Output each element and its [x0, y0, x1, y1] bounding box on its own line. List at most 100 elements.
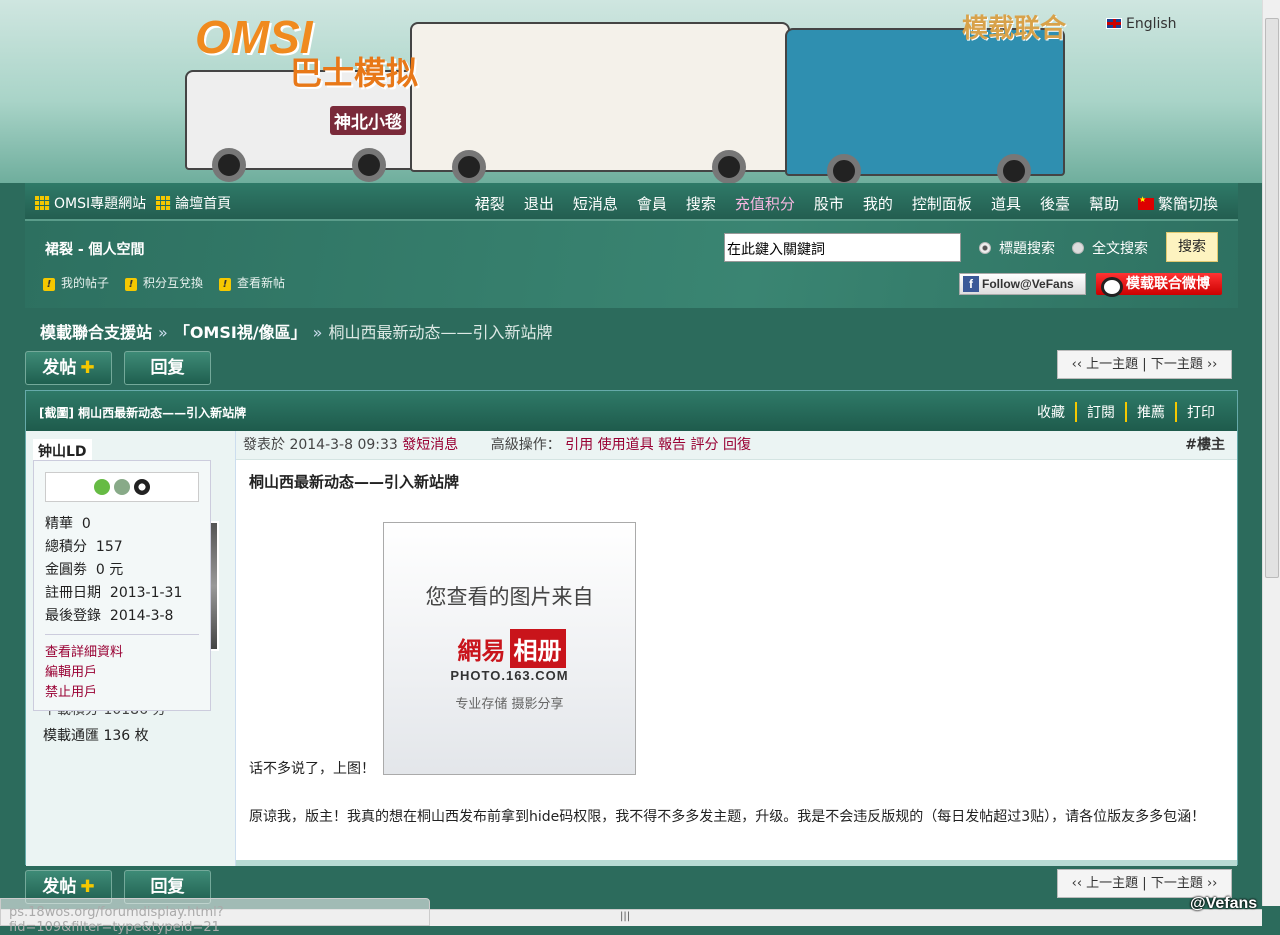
vertical-scrollbar[interactable]	[1262, 0, 1280, 906]
rate-link[interactable]: 評分	[691, 437, 719, 453]
topic-pager: ‹‹ 上一主題 | 下一主題 ››	[1057, 350, 1232, 379]
exclamation-icon: !	[125, 278, 138, 291]
exclamation-icon: !	[219, 278, 232, 291]
watermark: @Vefans	[1190, 895, 1258, 912]
prev-topic-link[interactable]: ‹‹ 上一主題	[1072, 876, 1139, 891]
points-exchange-link[interactable]: ! 积分互兌換	[125, 274, 203, 291]
bus-image	[785, 28, 1065, 188]
thread-header: [截圖] 桐山西最新动态——引入新站牌 收藏 訂閱 推薦 打印	[26, 391, 1237, 431]
radio-fulltext-search[interactable]: 全文搜索	[1072, 238, 1148, 258]
nav-admin[interactable]: 後臺	[1040, 193, 1070, 214]
post-image[interactable]: 您查看的图片来自 網易 相册 PHOTO.163.COM 专业存储 摄影分享	[383, 522, 636, 775]
next-topic-link[interactable]: 下一主題 ››	[1151, 357, 1218, 372]
plus-icon: ✚	[80, 877, 95, 897]
prev-topic-link[interactable]: ‹‹ 上一主題	[1072, 357, 1139, 372]
radio-label: 全文搜索	[1092, 241, 1148, 257]
new-post-button[interactable]: 发帖 ✚	[25, 351, 112, 385]
quote-link[interactable]: 引用	[565, 437, 593, 453]
uk-flag-icon	[1106, 18, 1122, 29]
stat-register-date: 註冊日期 2013-1-31	[45, 585, 183, 601]
ban-user-link[interactable]: 禁止用戶	[45, 683, 210, 703]
radio-label: 標題搜索	[999, 241, 1055, 257]
view-profile-link[interactable]: 查看詳細資料	[45, 643, 210, 663]
topic-pager-bottom: ‹‹ 上一主題 | 下一主題 ››	[1057, 869, 1232, 898]
advanced-label: 高級操作：	[490, 437, 561, 453]
search-input[interactable]: 在此鍵入關鍵詞	[724, 233, 961, 262]
image-domain: PHOTO.163.COM	[450, 668, 569, 683]
message-icon[interactable]	[114, 479, 130, 495]
nav-logout[interactable]: 退出	[524, 193, 554, 214]
subscribe-link[interactable]: 訂閱	[1077, 402, 1127, 422]
top-nav: OMSI專題網站 論壇首頁 裙裂 退出 短消息 會員 搜索 充值积分 股市 我的…	[25, 183, 1238, 221]
post-content: 發表於 2014-3-8 09:33 發短消息 高級操作： 引用 使用道具 報告…	[236, 431, 1237, 866]
new-posts-link[interactable]: ! 查看新帖	[219, 274, 285, 291]
stat-gold: 金圓劵 0 元	[45, 562, 124, 578]
stat-total-points: 總積分 157	[45, 539, 123, 555]
floor-number: #樓主	[1185, 437, 1225, 453]
divider	[45, 634, 199, 635]
link-label: 查看新帖	[237, 276, 286, 290]
favorite-link[interactable]: 收藏	[1027, 402, 1077, 422]
link-label: 积分互兌換	[143, 276, 204, 290]
language-label: English	[1126, 16, 1177, 32]
breadcrumb-home[interactable]: 模載聯合支援站	[40, 323, 152, 342]
add-friend-icon[interactable]	[94, 479, 110, 495]
breadcrumb-forum[interactable]: 「OMSI視/像區」	[174, 323, 307, 342]
recommend-link[interactable]: 推薦	[1127, 402, 1177, 422]
use-item-link[interactable]: 使用道具	[598, 437, 654, 453]
exclamation-icon: !	[43, 278, 55, 291]
language-english-link[interactable]: English	[1106, 16, 1177, 32]
stat-last-login: 最後登錄 2014-3-8	[45, 608, 174, 624]
nav-members[interactable]: 會員	[637, 193, 667, 214]
nav-label: OMSI專題網站	[54, 196, 147, 212]
bus-image	[410, 22, 790, 184]
nav-messages[interactable]: 短消息	[573, 193, 618, 214]
scrollbar-thumb[interactable]	[1265, 18, 1279, 578]
nav-mine[interactable]: 我的	[863, 193, 893, 214]
grid-icon	[156, 195, 172, 210]
nav-stocks[interactable]: 股市	[814, 193, 844, 214]
edit-user-link[interactable]: 編輯用戶	[45, 663, 210, 683]
facebook-follow-button[interactable]: Follow@VeFans	[959, 273, 1086, 295]
send-pm-link[interactable]: 發短消息	[402, 437, 458, 453]
nav-control-panel[interactable]: 控制面板	[912, 193, 972, 214]
post: [截圖] 桐山西最新动态——引入新站牌 收藏 訂閱 推薦 打印 钟山LD 下載積…	[25, 390, 1238, 866]
nav-items[interactable]: 道具	[991, 193, 1021, 214]
status-bar-url: ps.18wos.org/forumdisplay.html?fid=109&f…	[0, 898, 430, 935]
post-meta: 發表於 2014-3-8 09:33 發短消息 高級操作： 引用 使用道具 報告…	[236, 431, 1237, 460]
print-link[interactable]: 打印	[1177, 402, 1225, 422]
grid-icon	[35, 195, 50, 210]
personal-space-link[interactable]: 裙裂 - 個人空間	[45, 239, 145, 259]
reply-button[interactable]: 回复	[124, 351, 211, 385]
report-link[interactable]: 報告	[658, 437, 686, 453]
image-tagline: 专业存储 摄影分享	[455, 697, 564, 712]
breadcrumb-current: 桐山西最新动态——引入新站牌	[328, 323, 553, 342]
posted-time: 2014-3-8 09:33	[289, 437, 398, 453]
china-flag-icon	[1137, 195, 1154, 210]
post-paragraph: 原谅我，版主！我真的想在桐山西发布前拿到hide码权限，我不得不多多发主题，升级…	[249, 809, 1206, 825]
posted-label: 發表於	[243, 437, 285, 453]
user-info-popup: 精華 0 總積分 157 金圓劵 0 元 註冊日期 2013-1-31 最後登錄…	[33, 460, 211, 711]
nav-omsi-site[interactable]: OMSI專題網站	[35, 193, 146, 213]
reply-link[interactable]: 回復	[723, 437, 751, 453]
tokens-stat: 模載通匯 136 枚	[43, 728, 149, 744]
qq-icon[interactable]	[134, 479, 150, 495]
next-topic-link[interactable]: 下一主題 ››	[1151, 876, 1218, 891]
netease-logo: 網易 相册	[454, 629, 566, 668]
nav-forum-home[interactable]: 論壇首頁	[156, 193, 231, 213]
my-posts-link[interactable]: ! 我的帖子	[43, 274, 109, 291]
nav-recharge[interactable]: 充值积分	[735, 193, 795, 214]
thread-title: [截圖] 桐山西最新动态——引入新站牌	[39, 406, 247, 420]
nav-search[interactable]: 搜索	[686, 193, 716, 214]
nav-language-switch[interactable]: 繁簡切換	[1137, 193, 1218, 214]
nav-user[interactable]: 裙裂	[475, 193, 505, 214]
image-text: 您查看的图片来自	[425, 585, 594, 609]
radio-icon	[1072, 242, 1084, 254]
search-button[interactable]: 搜索	[1166, 232, 1218, 262]
post-title: 桐山西最新动态——引入新站牌	[249, 473, 460, 491]
nav-label: 論壇首頁	[175, 196, 232, 212]
author-sidebar: 钟山LD 下載積分 10186 分 模載通匯 136 枚 精華 0 總積分 15…	[26, 431, 236, 866]
nav-help[interactable]: 幫助	[1089, 193, 1119, 214]
radio-title-search[interactable]: 標題搜索	[979, 238, 1055, 258]
weibo-button[interactable]: 模载联合微博	[1096, 273, 1222, 297]
